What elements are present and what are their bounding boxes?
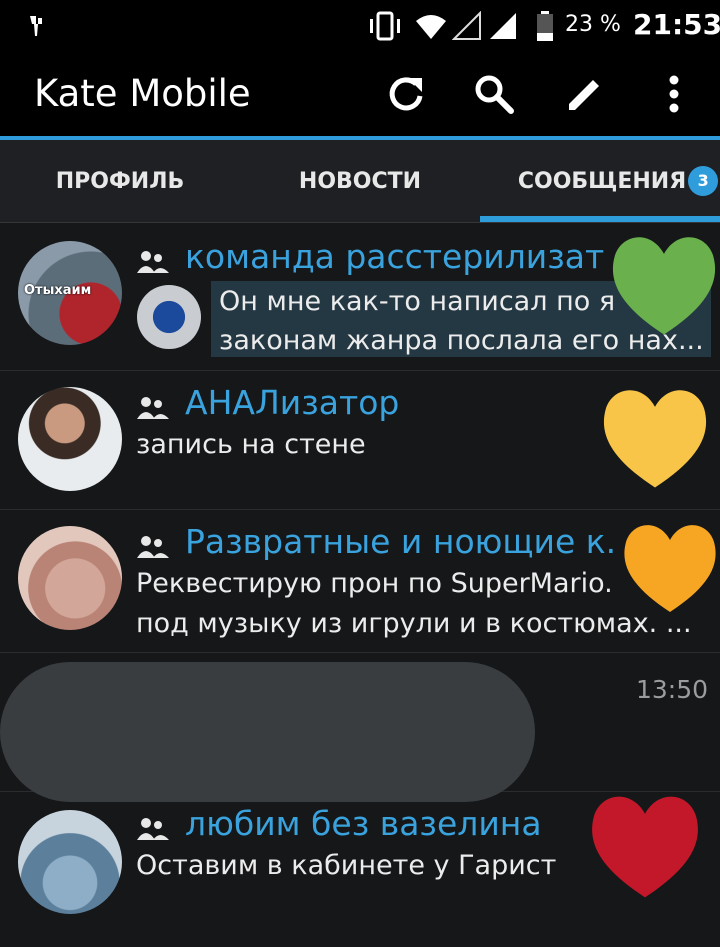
message-preview: Оставим в кабинете у Гарист — [136, 850, 557, 881]
group-chat-icon — [137, 251, 169, 273]
avatar — [18, 387, 122, 491]
message-preview: запись на стене — [136, 429, 366, 460]
app-title: Kate Mobile — [34, 72, 251, 115]
dialog-title: команда расстерилизато... — [185, 237, 605, 276]
wifi-icon — [416, 15, 446, 39]
notification-icon — [30, 16, 42, 36]
search-button[interactable] — [472, 72, 516, 116]
sender-avatar — [137, 285, 201, 349]
refresh-icon — [389, 77, 423, 111]
more-vert-icon — [669, 75, 679, 113]
dialog-row[interactable]: Развратные и ноющие к... Реквестирую про… — [0, 510, 720, 653]
tab-profile[interactable]: ПРОФИЛЬ — [0, 140, 240, 222]
red-heart-icon — [592, 796, 698, 898]
tab-bar: ПРОФИЛЬ НОВОСТИ СООБЩЕНИЯ 3 — [0, 140, 720, 223]
unread-badge: 3 — [688, 166, 719, 196]
dialog-time: 13:50 — [635, 675, 708, 704]
redaction-overlay — [0, 662, 535, 802]
tab-news[interactable]: НОВОСТИ — [240, 140, 480, 222]
avatar: Отыхаим — [18, 241, 122, 345]
yellow-heart-icon — [603, 390, 707, 488]
tab-label: ПРОФИЛЬ — [55, 168, 185, 194]
dialog-title: АНАЛизатор — [185, 383, 400, 422]
battery-percent: 23 % — [565, 12, 621, 37]
group-chat-icon — [137, 818, 169, 840]
battery-icon — [537, 11, 553, 41]
group-chat-icon — [137, 536, 169, 558]
vibrate-icon — [370, 11, 400, 41]
tab-label: НОВОСТИ — [298, 168, 422, 194]
orange-heart-icon — [624, 525, 716, 612]
clock: 21:53 — [633, 8, 720, 41]
dialog-title: Развратные и ноющие к... — [185, 522, 615, 561]
action-bar: Kate Mobile — [0, 52, 720, 136]
signal-empty-icon — [452, 11, 481, 40]
tab-label: СООБЩЕНИЯ — [517, 168, 687, 194]
refresh-button[interactable] — [384, 72, 428, 116]
compose-button[interactable] — [563, 72, 607, 116]
avatar — [18, 810, 122, 914]
overflow-menu-button[interactable] — [652, 72, 696, 116]
status-icons — [368, 10, 554, 42]
signal-icon — [490, 13, 516, 39]
status-bar: 23 % 21:53 — [0, 0, 720, 52]
group-chat-icon — [137, 397, 169, 419]
dialog-title: любим без вазелина — [185, 804, 542, 843]
avatar — [18, 526, 122, 630]
search-icon — [475, 75, 514, 114]
pencil-icon — [569, 80, 599, 110]
green-heart-icon — [612, 237, 716, 335]
avatar-caption: Отыхаим — [24, 283, 92, 298]
tab-messages[interactable]: СООБЩЕНИЯ 3 — [480, 140, 720, 222]
